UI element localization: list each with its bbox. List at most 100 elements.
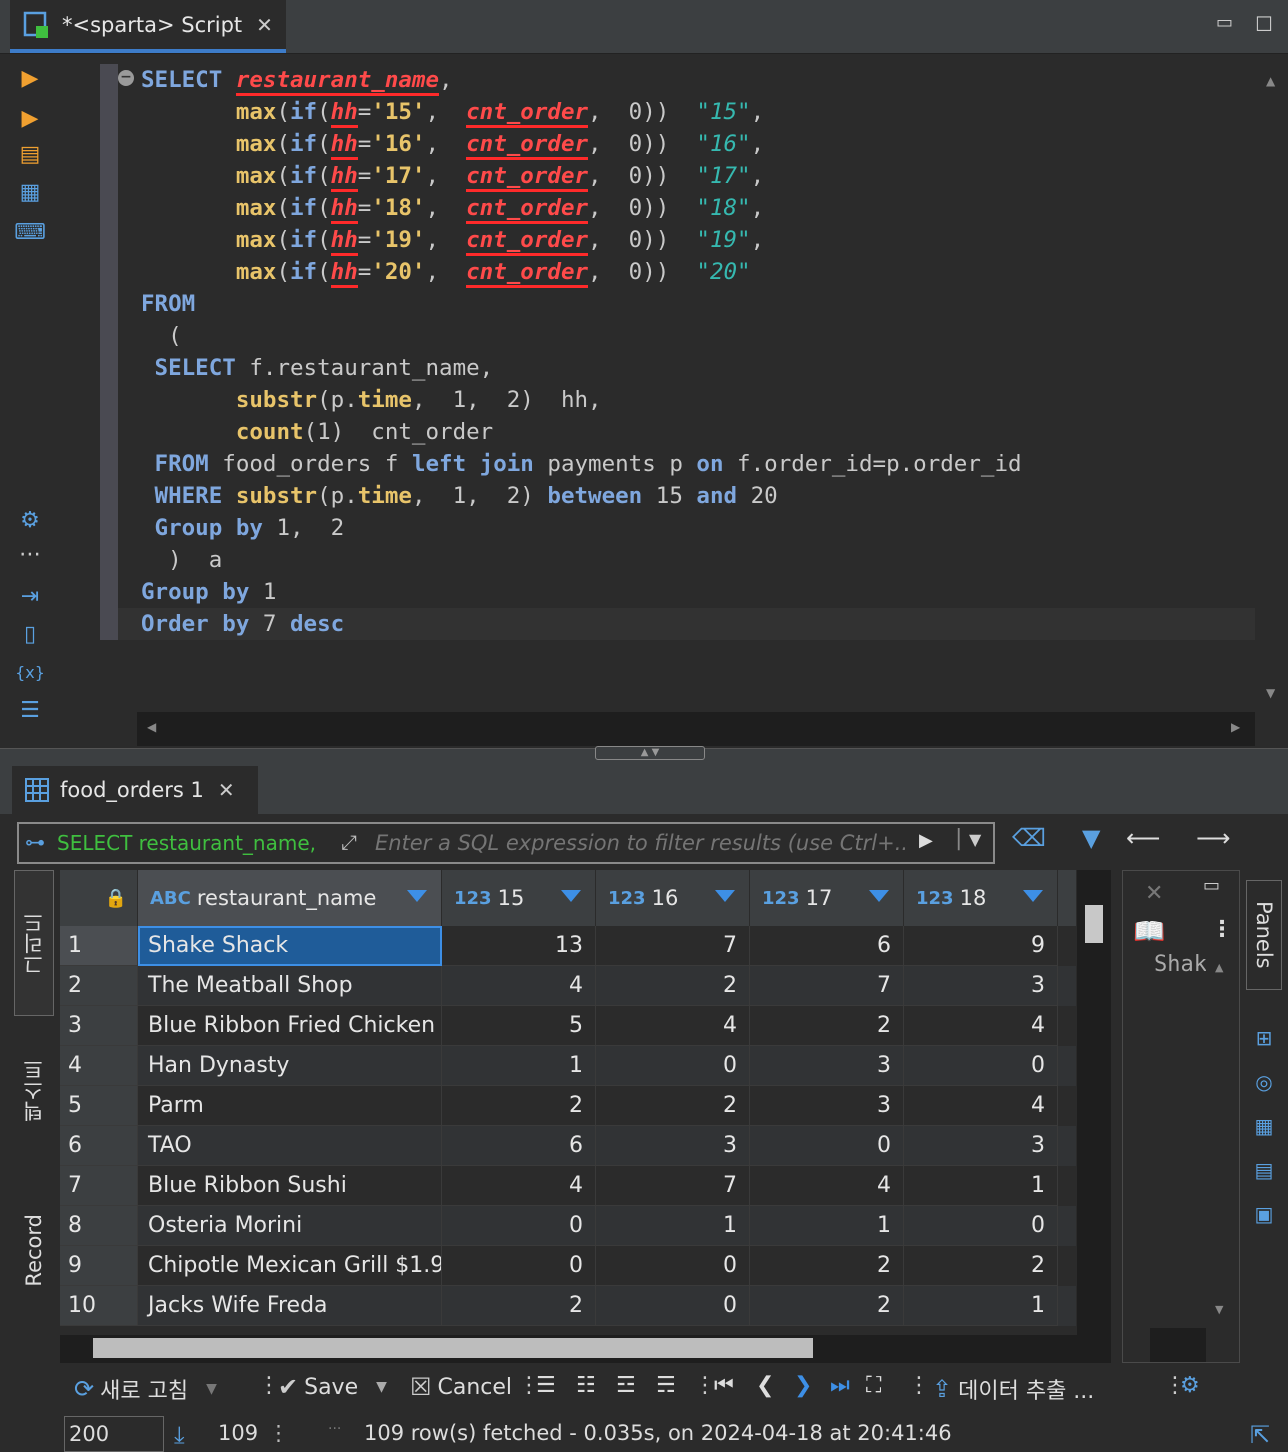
cell-value[interactable]: 4 [442,966,596,1006]
forward-icon[interactable]: ⟶ [1196,824,1230,852]
scroll-right-icon[interactable]: ▶ [1231,720,1240,734]
cancel-button[interactable]: ☒ Cancel [410,1373,512,1401]
filter-icon[interactable]: ▼ [1082,824,1100,852]
cell-restaurant-name[interactable]: Blue Ribbon Fried Chicken [138,1006,442,1046]
table-row[interactable]: 3 Blue Ribbon Fried Chicken 5 4 2 4 [60,1006,1076,1046]
row-number[interactable]: 9 [60,1246,138,1286]
cell-value[interactable]: 4 [750,1166,904,1206]
variables-icon[interactable]: {x} [15,658,45,686]
code-line[interactable]: SELECT f.restaurant_name, [141,352,1022,384]
next-page-icon[interactable]: ❯ [794,1373,812,1398]
cell-value[interactable]: 2 [750,1286,904,1326]
row-number[interactable]: 10 [60,1286,138,1326]
gear-icon[interactable]: ⚙ [1180,1373,1200,1398]
back-icon[interactable]: ⟵ [1126,824,1160,852]
cell-value[interactable]: 0 [596,1246,750,1286]
fetch-all-icon[interactable]: ⛶ [866,1373,881,1398]
code-line[interactable]: max(if(hh='15', cnt_order, 0)) "15", [141,96,1022,128]
scroll-up-icon[interactable]: ▲ [1266,74,1275,88]
scroll-left-icon[interactable]: ◀ [147,720,156,734]
table-row[interactable]: 2 The Meatball Shop 4 2 7 3 [60,966,1076,1006]
references-icon[interactable]: ▤ [1250,1156,1278,1184]
row-number[interactable]: 6 [60,1126,138,1166]
layout-icon[interactable]: ▣ [1250,1200,1278,1228]
value-panel-scrollbar[interactable] [1150,1328,1206,1362]
table-row[interactable]: 1 Shake Shack 13 7 6 9 [60,926,1076,966]
cell-value[interactable]: 6 [750,926,904,966]
explain-plan-icon[interactable]: ▦ [16,178,44,206]
refresh-button[interactable]: ⟳ 새로 고침 ▼ [74,1373,217,1405]
cell-restaurant-name[interactable]: The Meatball Shop [138,966,442,1006]
code-line[interactable]: max(if(hh='19', cnt_order, 0)) "19", [141,224,1022,256]
code-line[interactable]: max(if(hh='20', cnt_order, 0)) "20" [141,256,1022,288]
cell-value[interactable]: 6 [442,1126,596,1166]
previous-page-icon[interactable]: ❮ [756,1373,774,1398]
cell-value[interactable]: 2 [442,1286,596,1326]
book-icon[interactable]: 📖 [1133,917,1165,947]
cell-value[interactable]: 7 [596,1166,750,1206]
sort-dropdown-icon[interactable] [715,890,735,902]
cell-restaurant-name[interactable]: Blue Ribbon Sushi [138,1166,442,1206]
sql-code[interactable]: SELECT restaurant_name, max(if(hh='15', … [141,64,1022,640]
cell-restaurant-name[interactable]: TAO [138,1126,442,1166]
grouping-icon[interactable]: ◎ [1250,1068,1278,1096]
cell-value[interactable]: 1 [596,1206,750,1246]
cell-restaurant-name[interactable]: Parm [138,1086,442,1126]
close-icon[interactable]: ✕ [1145,881,1163,906]
tab-grid-view[interactable]: 그리드 [14,870,54,1016]
cell-value[interactable]: 1 [442,1046,596,1086]
row-number[interactable]: 5 [60,1086,138,1126]
minimize-icon[interactable]: ▭ [1203,875,1220,896]
column-header[interactable]: ABC restaurant_name [138,870,442,926]
row-number[interactable]: 8 [60,1206,138,1246]
maximize-icon[interactable]: ☐ [1255,12,1273,36]
cell-value[interactable]: 5 [442,1006,596,1046]
cell-value[interactable]: 1 [904,1166,1058,1206]
cell-value[interactable]: 13 [442,926,596,966]
table-row[interactable]: 4 Han Dynasty 1 0 3 0 [60,1046,1076,1086]
cell-restaurant-name[interactable]: Osteria Morini [138,1206,442,1246]
more-icon[interactable]: ··· [328,1421,341,1437]
column-header[interactable]: 123 17 [750,870,904,926]
code-line[interactable]: FROM food_orders f left join payments p … [141,448,1022,480]
column-header[interactable]: 123 16 [596,870,750,926]
sort-dropdown-icon[interactable] [869,890,889,902]
code-line[interactable]: WHERE substr(p.time, 1, 2) between 15 an… [141,480,1022,512]
more-icon[interactable]: ⋯ [16,540,44,568]
cell-restaurant-name[interactable]: Jacks Wife Freda [138,1286,442,1326]
save-button[interactable]: ✔ Save ▼ [278,1373,387,1401]
sort-dropdown-icon[interactable] [407,890,427,902]
first-page-icon[interactable]: ⏮ [714,1373,734,1398]
chevron-down-icon[interactable]: ▼ [206,1381,217,1397]
tab-record-view[interactable]: Record [14,1190,54,1310]
cell-value[interactable]: 9 [904,926,1058,966]
code-line[interactable]: FROM [141,288,1022,320]
table-row[interactable]: 7 Blue Ribbon Sushi 4 7 4 1 [60,1166,1076,1206]
add-row-icon[interactable]: ☷ [576,1373,596,1398]
cell-value[interactable]: 0 [750,1126,904,1166]
code-line[interactable]: Group by 1 [141,576,1022,608]
code-line[interactable]: ( [141,320,1022,352]
editor-vertical-scrollbar[interactable]: ▲ ▼ [1256,64,1288,712]
expand-icon[interactable]: ⤢ [341,830,357,854]
table-row[interactable]: 8 Osteria Morini 0 1 1 0 [60,1206,1076,1246]
filter-query-text[interactable]: SELECT restaurant_name, [57,831,325,855]
table-row[interactable]: 6 TAO 6 3 0 3 [60,1126,1076,1166]
cell-value[interactable]: 3 [596,1126,750,1166]
table-row[interactable]: 10 Jacks Wife Freda 2 0 2 1 [60,1286,1076,1326]
cell-value[interactable]: 3 [904,1126,1058,1166]
code-line[interactable]: Order by 7 desc [141,608,1022,640]
cell-value[interactable]: 2 [596,1086,750,1126]
execute-script-icon[interactable]: ▤ [16,140,44,168]
code-line[interactable]: count(1) cnt_order [141,416,1022,448]
edit-row-icon[interactable]: ☰ [536,1373,556,1398]
cell-value[interactable]: 4 [904,1086,1058,1126]
code-line[interactable]: max(if(hh='18', cnt_order, 0)) "18", [141,192,1022,224]
chevron-down-icon[interactable]: ▼ [376,1379,387,1395]
cell-value[interactable]: 1 [904,1286,1058,1326]
filter-input[interactable] [375,831,905,855]
export-file-icon[interactable]: ⇥ [16,582,44,610]
file-error-icon[interactable]: ▯ [16,620,44,648]
cell-value[interactable]: 2 [442,1086,596,1126]
scroll-down-icon[interactable]: ▼ [1266,686,1275,700]
